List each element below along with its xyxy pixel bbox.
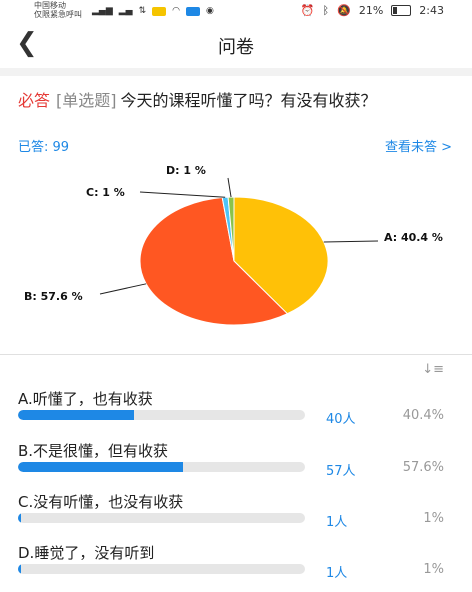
data-icon: ⇅ xyxy=(138,6,147,16)
option-progress-fill xyxy=(18,410,134,420)
option-count[interactable]: 57人 xyxy=(326,460,356,479)
option-progress-track xyxy=(18,564,305,574)
option-row: A.听懂了，也有收获 40人 40.4% xyxy=(18,388,452,438)
option-count[interactable]: 1人 xyxy=(326,511,347,530)
pie-chart: A: 40.4 % B: 57.6 % C: 1 % D: 1 % xyxy=(0,160,472,340)
option-percent: 40.4% xyxy=(402,408,444,423)
pie-label-b: B: 57.6 % xyxy=(24,290,83,303)
option-count[interactable]: 40人 xyxy=(326,408,356,427)
option-progress-track xyxy=(18,462,305,472)
question-body: 今天的课程听懂了吗？有没有收获？ xyxy=(120,91,377,110)
app-notification-icon xyxy=(186,6,201,16)
pie-leader-line xyxy=(323,240,379,243)
pie-leader-line xyxy=(227,177,232,198)
question-type-tag: [单选题] xyxy=(56,91,117,110)
option-progress-track xyxy=(18,410,305,420)
pie-label-d: D: 1 % xyxy=(166,164,206,177)
option-label: D.睡觉了，没有听到 xyxy=(18,544,155,562)
app-header: ❮ 问卷 xyxy=(0,22,472,68)
sort-icon[interactable]: ↓≡ xyxy=(422,362,444,377)
option-row: B.不是很懂，但有收获 57人 57.6% xyxy=(18,440,452,490)
page-title: 问卷 xyxy=(218,37,254,58)
pie-label-c: C: 1 % xyxy=(86,186,125,199)
clock: 2:43 xyxy=(419,4,444,17)
mute-icon: 🔕 xyxy=(337,4,351,17)
signal-icon-2: ▂▄ xyxy=(118,6,133,16)
status-bar: 中国移动 仅限紧急呼叫 ▂▄▆ ▂▄ ⇅ ◠ ◉ ⏰ ᛒ 🔕 21% 2:43 xyxy=(0,0,472,22)
required-tag: 必答 xyxy=(18,91,51,110)
answered-count: 已答: 99 xyxy=(18,140,70,155)
option-count[interactable]: 1人 xyxy=(326,562,347,581)
app-badge-icon xyxy=(152,6,167,16)
option-progress-track xyxy=(18,513,305,523)
answer-meta: 已答: 99 查看未答 > xyxy=(18,136,452,155)
option-progress-fill xyxy=(18,513,21,523)
pie-leader-line xyxy=(139,191,226,198)
bluetooth-icon: ᛒ xyxy=(322,4,330,17)
option-row: D.睡觉了，没有听到 1人 1% xyxy=(18,542,452,592)
option-percent: 1% xyxy=(423,511,444,526)
system-status: ⏰ ᛒ 🔕 21% 2:43 xyxy=(301,4,444,17)
signal-icon: ▂▄▆ xyxy=(92,6,113,16)
carrier-name: 中国移动 xyxy=(34,1,66,10)
pie-label-a: A: 40.4 % xyxy=(384,231,443,244)
battery-percent: 21% xyxy=(358,4,384,17)
location-icon: ◉ xyxy=(206,6,214,16)
option-label: B.不是很懂，但有收获 xyxy=(18,442,169,460)
signal-icons: ▂▄▆ ▂▄ ⇅ ◠ ◉ xyxy=(92,6,214,16)
option-label: C.没有听懂，也没有收获 xyxy=(18,493,184,511)
wifi-icon: ◠ xyxy=(172,6,181,16)
option-row: C.没有听懂，也没有收获 1人 1% xyxy=(18,491,452,541)
option-percent: 57.6% xyxy=(402,460,444,475)
carrier-info: 中国移动 仅限紧急呼叫 xyxy=(34,1,82,19)
pie-chart-svg: A: 40.4 % B: 57.6 % C: 1 % D: 1 % xyxy=(24,164,443,326)
alarm-icon: ⏰ xyxy=(300,4,315,17)
option-progress-fill xyxy=(18,462,184,472)
battery-icon xyxy=(391,5,412,16)
option-progress-fill xyxy=(18,564,21,574)
section-divider xyxy=(0,68,472,76)
option-percent: 1% xyxy=(423,562,444,577)
pie-leader-line xyxy=(99,283,147,295)
chart-divider xyxy=(0,354,472,355)
carrier-status: 仅限紧急呼叫 xyxy=(34,10,82,19)
option-label: A.听懂了，也有收获 xyxy=(18,390,153,408)
view-unanswered-link[interactable]: 查看未答 > xyxy=(385,136,452,155)
question-text: 必答 [单选题] 今天的课程听懂了吗？有没有收获？ xyxy=(18,90,448,111)
